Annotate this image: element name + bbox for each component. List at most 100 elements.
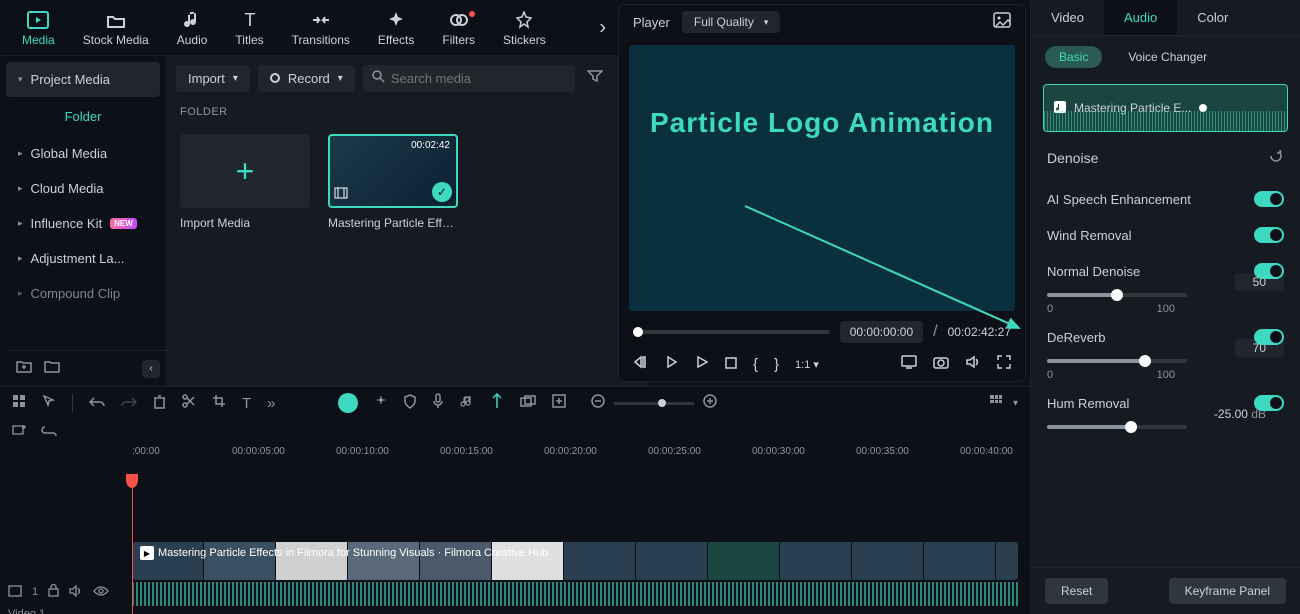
group-icon[interactable] bbox=[520, 395, 536, 412]
display-icon[interactable] bbox=[901, 355, 917, 373]
timeline-tracks[interactable]: ▶Mastering Particle Effects in Filmora f… bbox=[0, 474, 1030, 614]
zoom-in-icon[interactable] bbox=[702, 393, 718, 413]
crop-icon[interactable] bbox=[212, 394, 226, 412]
sidebar-global-media[interactable]: ▸Global Media bbox=[6, 136, 160, 171]
mic-icon[interactable] bbox=[432, 393, 444, 413]
nav-filters[interactable]: Filters bbox=[428, 5, 489, 51]
reset-button[interactable]: Reset bbox=[1045, 578, 1108, 604]
audio-clip-chip[interactable]: Mastering Particle E... bbox=[1043, 84, 1288, 132]
media-clip-card[interactable]: 00:02:42 ✓ Mastering Particle Effe... bbox=[328, 134, 458, 230]
audio-waveform[interactable] bbox=[132, 582, 1018, 606]
tab-video[interactable]: Video bbox=[1031, 0, 1104, 35]
add-track-icon[interactable] bbox=[552, 394, 566, 412]
nav-titles[interactable]: T Titles bbox=[221, 5, 277, 51]
folder-icon[interactable] bbox=[44, 359, 60, 378]
import-thumb[interactable]: + bbox=[180, 134, 310, 208]
split-icon[interactable] bbox=[182, 394, 196, 412]
link-icon[interactable] bbox=[41, 423, 57, 440]
hum-toggle[interactable] bbox=[1254, 395, 1284, 411]
sidebar-project-media[interactable]: ▾ Project Media bbox=[6, 62, 160, 97]
view-dropdown-icon[interactable]: ▾ bbox=[1013, 398, 1018, 409]
zoom-slider[interactable] bbox=[614, 402, 694, 405]
shield-icon[interactable] bbox=[404, 394, 416, 413]
mark-in-icon[interactable]: { bbox=[753, 356, 758, 373]
track-add-icon[interactable] bbox=[12, 423, 27, 440]
nav-stock-media[interactable]: Stock Media bbox=[69, 5, 163, 51]
ai-avatar-icon[interactable] bbox=[338, 393, 358, 413]
subtab-basic[interactable]: Basic bbox=[1045, 46, 1102, 68]
visibility-icon[interactable] bbox=[93, 586, 109, 599]
subtab-voice-changer[interactable]: Voice Changer bbox=[1114, 46, 1221, 68]
media-grid: + Import Media 00:02:42 ✓ Mastering Part… bbox=[166, 124, 649, 240]
import-media-card[interactable]: + Import Media bbox=[180, 134, 310, 230]
lock-icon[interactable] bbox=[48, 584, 59, 600]
sidebar-cloud-media[interactable]: ▸Cloud Media bbox=[6, 171, 160, 206]
nav-transitions[interactable]: Transitions bbox=[278, 5, 364, 51]
hum-slider[interactable] bbox=[1047, 425, 1187, 429]
sidebar-adjustment-layer[interactable]: ▸Adjustment La... bbox=[6, 241, 160, 276]
record-dropdown[interactable]: Record▾ bbox=[258, 65, 355, 92]
search-input[interactable] bbox=[391, 71, 567, 86]
dereverb-slider[interactable] bbox=[1047, 359, 1187, 363]
delete-icon[interactable] bbox=[153, 394, 166, 413]
scrub-thumb[interactable] bbox=[633, 327, 643, 337]
preview-title: Particle Logo Animation bbox=[650, 107, 994, 139]
wind-toggle[interactable] bbox=[1254, 227, 1284, 243]
nav-stickers[interactable]: Stickers bbox=[489, 5, 560, 51]
image-icon[interactable] bbox=[993, 12, 1011, 33]
sparkle-tool-icon[interactable] bbox=[374, 394, 388, 412]
import-dropdown[interactable]: Import▾ bbox=[176, 65, 250, 92]
prev-frame-icon[interactable] bbox=[633, 355, 649, 373]
play-icon[interactable] bbox=[695, 355, 709, 373]
reset-icon[interactable] bbox=[1268, 148, 1284, 167]
snapshot-icon[interactable] bbox=[933, 355, 949, 373]
cursor-icon[interactable] bbox=[42, 394, 56, 412]
stop-icon[interactable] bbox=[725, 356, 737, 373]
video-clip[interactable]: ▶Mastering Particle Effects in Filmora f… bbox=[132, 542, 1018, 580]
text-tool-icon[interactable]: T bbox=[242, 395, 251, 412]
nav-scroll-right[interactable]: › bbox=[599, 16, 606, 39]
step-back-icon[interactable] bbox=[665, 355, 679, 373]
volume-icon[interactable] bbox=[965, 355, 981, 373]
normal-denoise-toggle[interactable] bbox=[1254, 263, 1284, 279]
timeline-ruler[interactable]: :00:00 00:00:05:00 00:00:10:00 00:00:15:… bbox=[0, 444, 1030, 474]
zoom-thumb[interactable] bbox=[658, 399, 666, 407]
more-tools-icon[interactable]: » bbox=[267, 395, 275, 412]
scrub-bar[interactable] bbox=[633, 330, 830, 334]
clip-thumb[interactable]: 00:02:42 ✓ bbox=[328, 134, 458, 208]
row-label: AI Speech Enhancement bbox=[1047, 192, 1191, 207]
normal-denoise-slider[interactable] bbox=[1047, 293, 1187, 297]
fullscreen-icon[interactable] bbox=[997, 355, 1011, 373]
quality-dropdown[interactable]: Full Quality▾ bbox=[682, 11, 781, 33]
sidebar-compound-clip[interactable]: ▸Compound Clip bbox=[6, 276, 160, 311]
new-folder-icon[interactable] bbox=[16, 359, 32, 378]
nav-label: Effects bbox=[378, 33, 414, 47]
zoom-out-icon[interactable] bbox=[590, 393, 606, 413]
playhead[interactable] bbox=[132, 474, 133, 614]
ratio-icon[interactable]: 1:1 ▾ bbox=[795, 358, 819, 371]
preview-viewport[interactable]: Particle Logo Animation bbox=[629, 45, 1015, 311]
tab-color[interactable]: Color bbox=[1177, 0, 1248, 35]
view-grid-icon[interactable] bbox=[989, 394, 1003, 412]
nav-effects[interactable]: Effects bbox=[364, 5, 428, 51]
filter-icon[interactable] bbox=[583, 65, 607, 92]
ai-speech-toggle[interactable] bbox=[1254, 191, 1284, 207]
keyframe-panel-button[interactable]: Keyframe Panel bbox=[1169, 578, 1286, 604]
tab-audio[interactable]: Audio bbox=[1104, 0, 1177, 35]
collapse-sidebar[interactable]: ‹ bbox=[142, 360, 160, 378]
grid-icon[interactable] bbox=[12, 394, 26, 412]
marker-icon[interactable] bbox=[490, 393, 504, 413]
music-tool-icon[interactable] bbox=[460, 394, 474, 412]
redo-icon[interactable] bbox=[121, 395, 137, 412]
ruler-mark: 00:00:35:00 bbox=[856, 446, 909, 457]
video-track-icon[interactable] bbox=[8, 585, 22, 600]
nav-audio[interactable]: Audio bbox=[163, 5, 222, 51]
sidebar-folder[interactable]: Folder bbox=[6, 97, 160, 136]
search-box[interactable] bbox=[363, 65, 575, 92]
mute-icon[interactable] bbox=[69, 585, 83, 600]
undo-icon[interactable] bbox=[89, 395, 105, 412]
nav-media[interactable]: Media bbox=[8, 5, 69, 51]
mark-out-icon[interactable]: } bbox=[774, 356, 779, 373]
dereverb-toggle[interactable] bbox=[1254, 329, 1284, 345]
sidebar-influence-kit[interactable]: ▸Influence KitNEW bbox=[6, 206, 160, 241]
